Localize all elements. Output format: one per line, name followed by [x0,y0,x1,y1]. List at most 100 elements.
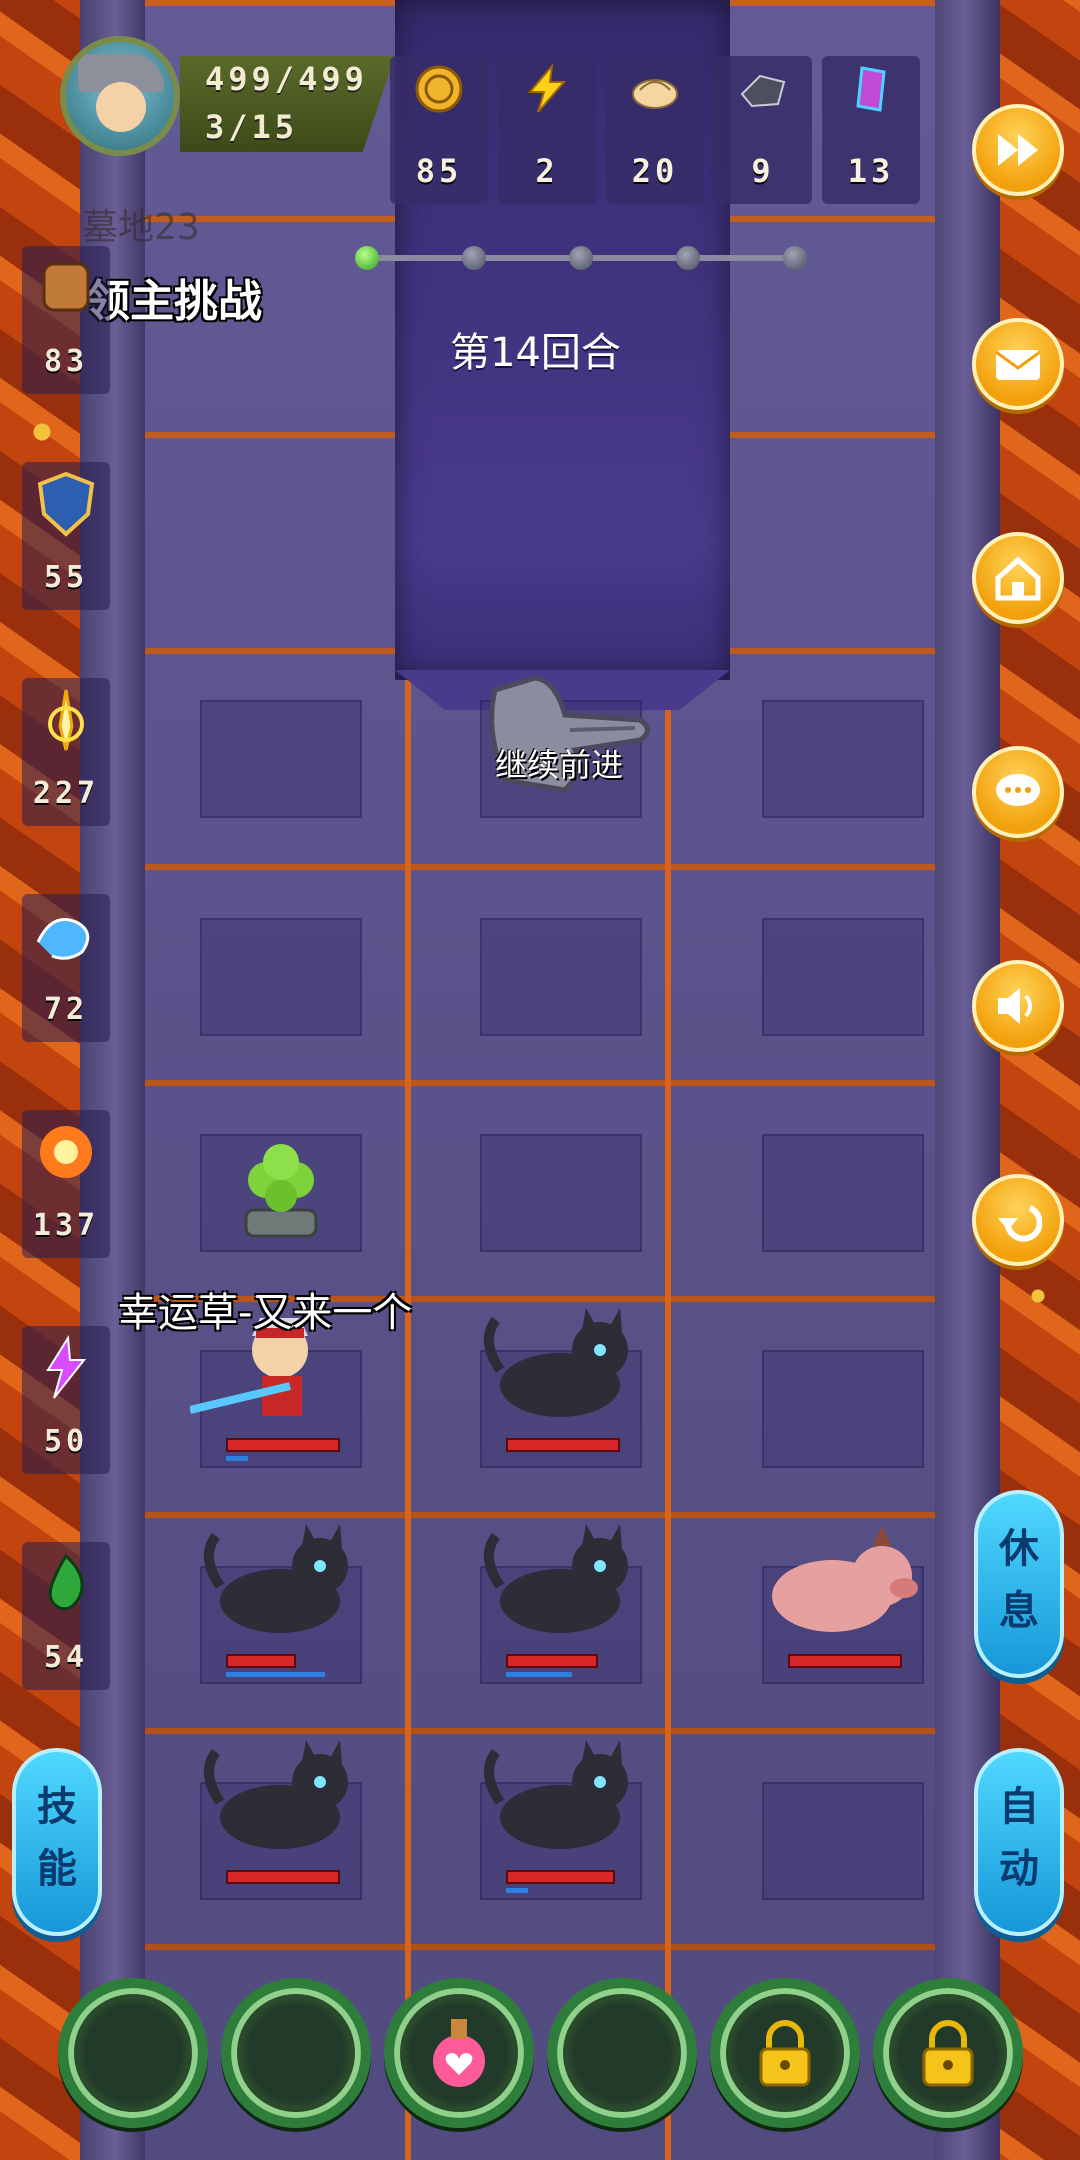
hp-bar [226,1438,340,1452]
back-arrow-button[interactable] [972,1174,1064,1266]
empty-slot[interactable] [221,1978,371,2128]
grid-cell[interactable] [480,918,642,1036]
home-button[interactable] [972,532,1064,624]
grid-cell[interactable] [762,1782,924,1900]
fist-icon [42,262,90,312]
empty-slot[interactable] [547,1978,697,2128]
mail-button[interactable] [972,318,1064,410]
stat-value: 50 [43,1424,89,1459]
stat-shield: 55 [22,462,110,610]
grid-cell[interactable] [200,918,362,1036]
black-cat-sprite [204,1740,348,1849]
zone-name: 墓地23 [82,207,200,248]
resource-value: 85 [415,152,463,190]
dumpling-icon [632,79,678,109]
holy-sword-icon [48,689,84,751]
stage-dot [462,246,486,270]
iron-ore-icon [740,74,786,108]
sound-button[interactable] [972,960,1064,1052]
lock-icon [759,2020,811,2087]
resource-value: 9 [751,152,775,190]
mode-title: 领主挑战 [86,276,262,327]
poison-icon [48,1553,84,1611]
water-wave-icon [36,918,90,960]
resource-dumpling[interactable]: 20 [606,56,704,204]
resource-crystal[interactable]: 13 [822,56,920,204]
stat-value: 55 [43,560,89,595]
lock-icon [922,2020,974,2087]
chat-icon [996,774,1040,806]
stat-value: 83 [43,344,89,379]
chat-button[interactable] [972,746,1064,838]
mp-bar [506,1888,528,1893]
continue-label[interactable]: 继续前进 [495,740,623,786]
stat-holy-sword: 227 [22,678,110,826]
hp-readout: 499/499 [205,60,368,98]
fast-forward-icon [998,134,1038,166]
player-avatar[interactable] [60,36,180,156]
crystal-icon [856,66,886,112]
mp-bar [506,1672,572,1677]
stat-value: 54 [43,1640,89,1675]
auto-button[interactable]: 自 动 [974,1748,1064,1936]
mail-icon [995,350,1041,380]
stage-dot [355,246,379,270]
hp-bar [506,1438,620,1452]
lightning-bolt-icon [46,1334,87,1399]
round-counter: 第14回合 [450,330,621,376]
black-cat-sprite [484,1308,628,1417]
mp-bar [226,1456,248,1461]
stat-fire-burst: 137 [22,1110,110,1258]
skill-button[interactable]: 技 能 [12,1748,102,1936]
stat-value: 72 [43,992,89,1027]
locked-slot[interactable] [873,1978,1023,2128]
fast-forward-button[interactable] [972,104,1064,196]
resource-value: 2 [535,152,559,190]
stat-fist: 83 [22,246,110,394]
stage-dot [783,246,807,270]
grid-cell[interactable] [762,1134,924,1252]
fire-burst-icon [40,1126,92,1178]
potion-slot[interactable] [384,1978,534,2128]
stat-lightning-bolt: 50 [22,1326,110,1474]
black-cat[interactable] [470,1506,650,1677]
stage-dot [676,246,700,270]
stat-value: 137 [32,1208,100,1243]
resource-gold-coin[interactable]: 85 [390,56,488,204]
black-cat-sprite [204,1524,348,1633]
black-cat[interactable] [470,1722,650,1893]
stat-value: 227 [32,776,100,811]
resource-iron-ore[interactable]: 9 [714,56,812,204]
mp-bar [226,1672,325,1677]
black-cat-sprite [484,1524,628,1633]
hp-bar [506,1654,598,1668]
hp-bar [506,1870,615,1884]
grid-cell[interactable] [200,700,362,818]
grid-cell[interactable] [762,1350,924,1468]
resource-value: 20 [631,152,679,190]
black-cat[interactable] [190,1722,370,1884]
shield-icon [37,471,95,537]
black-cat-sprite [484,1740,628,1849]
lightning-icon [527,64,567,113]
hp-bar [226,1870,340,1884]
stat-water-wave: 72 [22,894,110,1042]
level-readout: 3/15 [205,108,299,146]
boar[interactable] [752,1506,932,1668]
stage-dot [569,246,593,270]
hp-bar [788,1654,902,1668]
empty-slot[interactable] [58,1978,208,2128]
locked-slot[interactable] [710,1978,860,2128]
grid-cell[interactable] [762,918,924,1036]
resource-lightning[interactable]: 2 [498,56,596,204]
heart-potion-icon [433,2019,485,2087]
grid-cell[interactable] [762,700,924,818]
boar-sprite [772,1526,918,1632]
rest-button[interactable]: 休 息 [974,1490,1064,1678]
black-cat[interactable] [470,1290,650,1452]
black-cat[interactable] [190,1506,370,1677]
home-icon [995,556,1041,601]
grid-cell[interactable] [480,1134,642,1252]
gold-coin-icon [415,65,463,113]
stat-poison: 54 [22,1542,110,1690]
